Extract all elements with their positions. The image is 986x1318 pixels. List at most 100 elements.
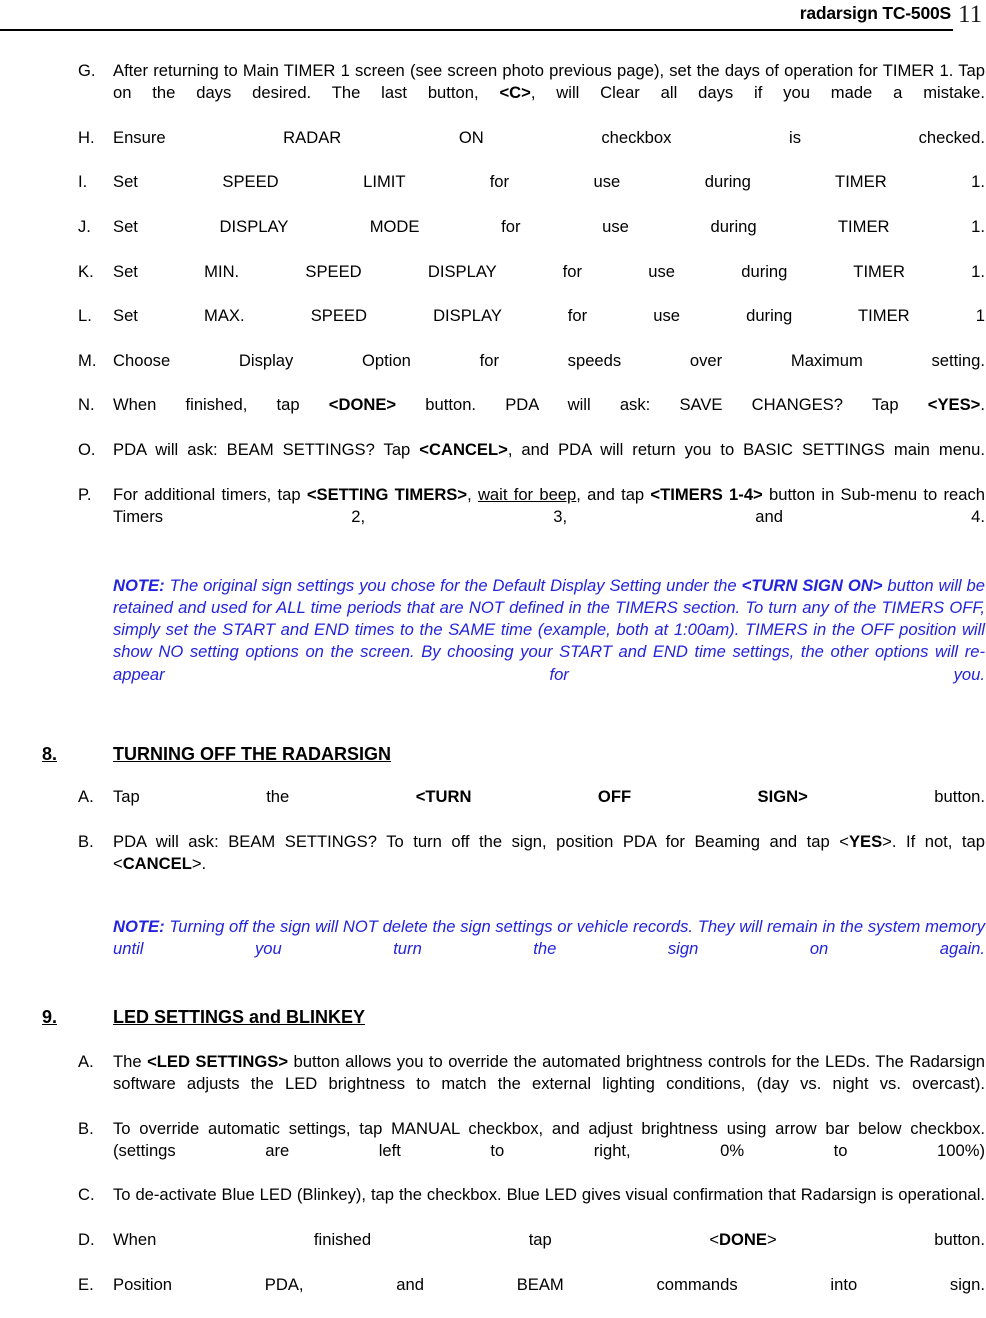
section-8-list: A. Tap the <TURN OFF SIGN> button. B. PDA w… [0, 786, 986, 897]
page-header: radarsign TC-500S 11 [0, 0, 986, 34]
timer-steps-list: G. After returning to Main TIMER 1 screen… [0, 60, 986, 551]
text-run: The [113, 1051, 148, 1071]
emphasis-bold: YES [848, 831, 883, 851]
emphasis-bold: DONE [719, 1230, 767, 1250]
list-item: K. Set MIN. SPEED DISPLAY for use during … [0, 261, 986, 306]
text-run: Ensure RADAR ON checkbox is checked. [113, 127, 985, 147]
list-item-marker: M. [78, 350, 97, 370]
section-8-heading: 8. TURNING OFF THE RADARSIGN [0, 742, 986, 766]
text-run: For additional timers, tap [113, 484, 307, 504]
emphasis-underline: wait for beep [477, 484, 577, 504]
list-item: A. Tap the <TURN OFF SIGN> button. [0, 786, 986, 831]
list-item-text: PDA will ask: BEAM SETTINGS? To turn off… [113, 831, 985, 898]
list-item-marker: K. [78, 261, 94, 281]
list-item: C. To de-activate Blue LED (Blinkey), tap… [0, 1184, 986, 1229]
text-run: PDA will ask: BEAM SETTINGS? To turn off… [113, 831, 849, 851]
document-brand-title: radarsign TC-500S [799, 3, 951, 23]
list-item: H. Ensure RADAR ON checkbox is checked. [0, 127, 986, 172]
text-run: button. PDA will ask: SAVE CHANGES? Tap [396, 395, 928, 415]
emphasis-bold: <YES> [927, 395, 981, 415]
list-item-text: Choose Display Option for speeds over Ma… [113, 350, 985, 395]
text-run: When finished, tap [113, 395, 329, 415]
text-run: , [467, 484, 478, 504]
list-item: I. Set SPEED LIMIT for use during TIMER 1… [0, 171, 986, 216]
text-run: button. [807, 787, 986, 807]
list-item-marker: N. [78, 395, 95, 415]
emphasis-bold: <TIMERS 1-4> [650, 484, 763, 504]
list-item: B. PDA will ask: BEAM SETTINGS? To turn o… [0, 831, 986, 898]
section-8-title: TURNING OFF THE RADARSIGN [113, 744, 391, 765]
list-item: D. When finished tap <DONE> button. [0, 1229, 986, 1274]
text-run: . [980, 395, 985, 415]
note-emphasis: <TURN SIGN ON> [741, 575, 883, 595]
list-item-text: When finished tap <DONE> button. [113, 1229, 985, 1274]
text-run: Choose Display Option for speeds over Ma… [113, 350, 985, 370]
emphasis-bold: CANCEL [122, 854, 192, 874]
list-item: A. The <LED SETTINGS> button allows you t… [0, 1051, 986, 1118]
text-run: To de-activate Blue LED (Blinkey), tap t… [113, 1185, 985, 1205]
list-item-marker: D. [78, 1230, 95, 1250]
section-9-list: A. The <LED SETTINGS> button allows you t… [0, 1051, 986, 1318]
list-item-text: When finished, tap <DONE> button. PDA wi… [113, 394, 985, 439]
list-item: M. Choose Display Option for speeds over … [0, 350, 986, 395]
list-item-text: Set SPEED LIMIT for use during TIMER 1. [113, 171, 985, 216]
note-run: Turning off the sign will NOT delete the… [113, 916, 985, 959]
text-run: To override automatic settings, tap MANU… [113, 1118, 985, 1160]
text-run: , will Clear all days if you made a mist… [530, 83, 985, 103]
section-9-title: LED SETTINGS and BLINKEY [113, 1006, 366, 1027]
list-item-marker: H. [78, 127, 95, 147]
note-text: NOTE: Turning off the sign will NOT dele… [113, 917, 985, 981]
emphasis-bold: <DONE> [328, 395, 397, 415]
list-item-marker: G. [78, 61, 96, 80]
list-item: L. Set MAX. SPEED DISPLAY for use during … [0, 305, 986, 350]
text-run: Tap the [113, 787, 416, 807]
note-timers: NOTE: The original sign settings you cho… [0, 575, 986, 709]
text-run: When finished tap < [113, 1230, 720, 1250]
emphasis-bold: <LED SETTINGS> [147, 1051, 289, 1071]
note-label: NOTE: [113, 916, 165, 936]
text-run: >. [191, 854, 207, 874]
list-item-text: Tap the <TURN OFF SIGN> button. [113, 786, 985, 831]
header-rule: radarsign TC-500S [0, 0, 953, 31]
text-run: , and tap [576, 484, 651, 504]
list-item-marker: P. [78, 484, 92, 504]
list-item-marker: B. [78, 831, 94, 851]
list-item-marker: E. [78, 1274, 94, 1294]
list-item-text: To de-activate Blue LED (Blinkey), tap t… [113, 1184, 985, 1229]
list-item-text: After returning to Main TIMER 1 screen (… [113, 60, 985, 127]
list-item-marker: I. [78, 172, 88, 192]
list-item-text: Ensure RADAR ON checkbox is checked. [113, 127, 985, 172]
list-item: N. When finished, tap <DONE> button. PDA … [0, 394, 986, 439]
list-item-text: The <LED SETTINGS> button allows you to … [113, 1051, 985, 1118]
document-body: G. After returning to Main TIMER 1 screen… [0, 60, 986, 1318]
list-item: E. Position PDA, and BEAM commands into s… [0, 1274, 986, 1318]
list-item-marker: O. [78, 440, 96, 460]
emphasis-bold: <SETTING TIMERS> [306, 484, 468, 504]
text-run: Set MAX. SPEED DISPLAY for use during TI… [113, 306, 985, 326]
text-run: Set SPEED LIMIT for use during TIMER 1. [113, 172, 985, 192]
list-item-marker: C. [78, 1185, 95, 1205]
list-item-marker: A. [78, 1051, 94, 1071]
note-run: The original sign settings you chose for… [164, 575, 742, 595]
list-item-text: Set DISPLAY MODE for use during TIMER 1. [113, 216, 985, 261]
list-item: G. After returning to Main TIMER 1 screen… [0, 60, 986, 127]
note-text: NOTE: The original sign settings you cho… [113, 576, 985, 706]
emphasis-bold: <C> [499, 83, 531, 103]
list-item-marker: B. [78, 1118, 94, 1138]
text-run: PDA will ask: BEAM SETTINGS? Tap [113, 440, 420, 460]
section-9-heading: 9. LED SETTINGS and BLINKEY [0, 1005, 986, 1029]
list-item-text: To override automatic settings, tap MANU… [113, 1118, 985, 1185]
emphasis-bold: <TURN OFF SIGN> [415, 787, 808, 807]
text-run: Set MIN. SPEED DISPLAY for use during TI… [113, 261, 985, 281]
emphasis-bold: <CANCEL> [419, 440, 508, 460]
section-9-number: 9. [42, 1006, 58, 1027]
list-item-marker: L. [78, 306, 92, 326]
list-item-text: For additional timers, tap <SETTING TIME… [113, 484, 985, 551]
list-item-marker: A. [78, 787, 94, 807]
text-run: > button. [766, 1230, 985, 1250]
list-item: O. PDA will ask: BEAM SETTINGS? Tap <CANC… [0, 439, 986, 484]
text-run: , and PDA will return you to BASIC SETTI… [507, 440, 985, 460]
note-turnoff: NOTE: Turning off the sign will NOT dele… [0, 916, 986, 983]
list-item-text: Set MAX. SPEED DISPLAY for use during TI… [113, 305, 985, 350]
page-number: 11 [958, 1, 983, 28]
